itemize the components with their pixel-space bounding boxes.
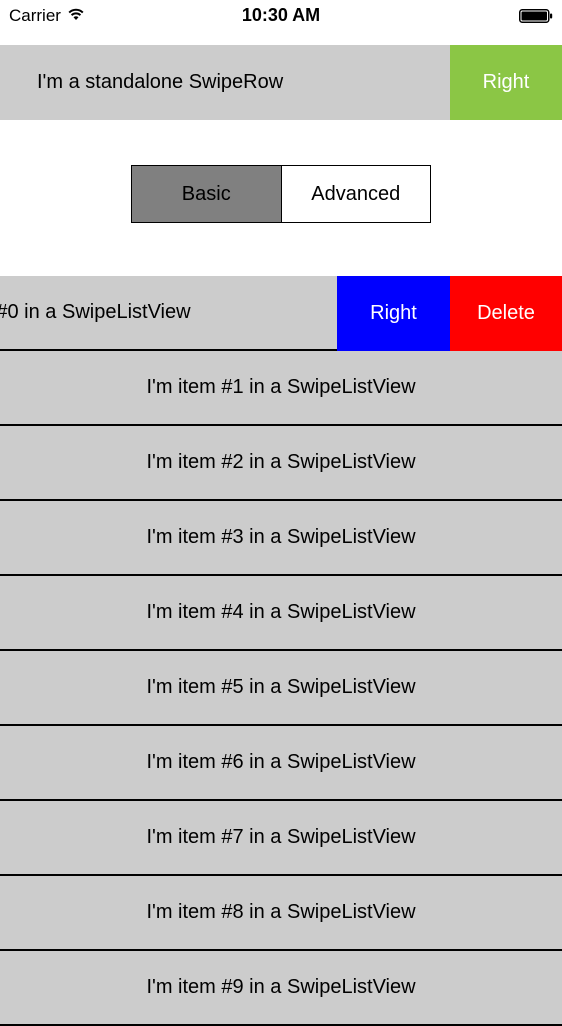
mode-segmented-control: Basic Advanced xyxy=(131,165,431,223)
battery-icon xyxy=(519,8,553,23)
list-item-label: I'm item #4 in a SwipeListView xyxy=(146,601,416,623)
list-item-label: I'm item #7 in a SwipeListView xyxy=(146,826,416,848)
list-item-label: I'm item #2 in a SwipeListView xyxy=(146,451,416,473)
list-item[interactable]: I'm item #9 in a SwipeListView xyxy=(0,951,562,1026)
list-item-front[interactable]: I'm item #0 in a SwipeListView xyxy=(0,276,337,351)
list-item-label: I'm item #1 in a SwipeListView xyxy=(146,376,416,398)
list-item[interactable]: I'm item #4 in a SwipeListView xyxy=(0,576,562,651)
list-item-label: I'm item #6 in a SwipeListView xyxy=(146,751,416,773)
standalone-swipe-row[interactable]: I'm a standalone SwipeRow Right xyxy=(0,45,562,120)
swipe-list-view: Right Delete I'm item #0 in a SwipeListV… xyxy=(0,276,562,1026)
list-item[interactable]: I'm item #7 in a SwipeListView xyxy=(0,801,562,876)
list-item-label: I'm item #8 in a SwipeListView xyxy=(146,901,416,923)
list-item[interactable]: I'm item #5 in a SwipeListView xyxy=(0,651,562,726)
list-item[interactable]: I'm item #3 in a SwipeListView xyxy=(0,501,562,576)
row-delete-action-button[interactable]: Delete xyxy=(450,276,562,351)
status-time: 10:30 AM xyxy=(241,5,321,25)
list-item[interactable]: I'm item #1 in a SwipeListView xyxy=(0,351,562,426)
status-bar: Carrier 10:30 AM xyxy=(0,0,562,32)
segment-basic[interactable]: Basic xyxy=(132,166,282,222)
row-right-action-button[interactable]: Right xyxy=(337,276,450,351)
list-item[interactable]: I'm item #8 in a SwipeListView xyxy=(0,876,562,951)
list-item-label: I'm item #5 in a SwipeListView xyxy=(146,676,416,698)
list-item[interactable]: I'm item #2 in a SwipeListView xyxy=(0,426,562,501)
segment-advanced[interactable]: Advanced xyxy=(281,166,430,222)
list-item-open[interactable]: Right Delete I'm item #0 in a SwipeListV… xyxy=(0,276,562,351)
list-item[interactable]: I'm item #6 in a SwipeListView xyxy=(0,726,562,801)
standalone-right-action-button[interactable]: Right xyxy=(450,45,562,120)
list-item-label: I'm item #3 in a SwipeListView xyxy=(146,526,416,548)
list-item-label: I'm item #9 in a SwipeListView xyxy=(146,976,416,998)
list-item-label: I'm item #0 in a SwipeListView xyxy=(0,301,191,323)
standalone-row-label: I'm a standalone SwipeRow xyxy=(37,71,284,93)
